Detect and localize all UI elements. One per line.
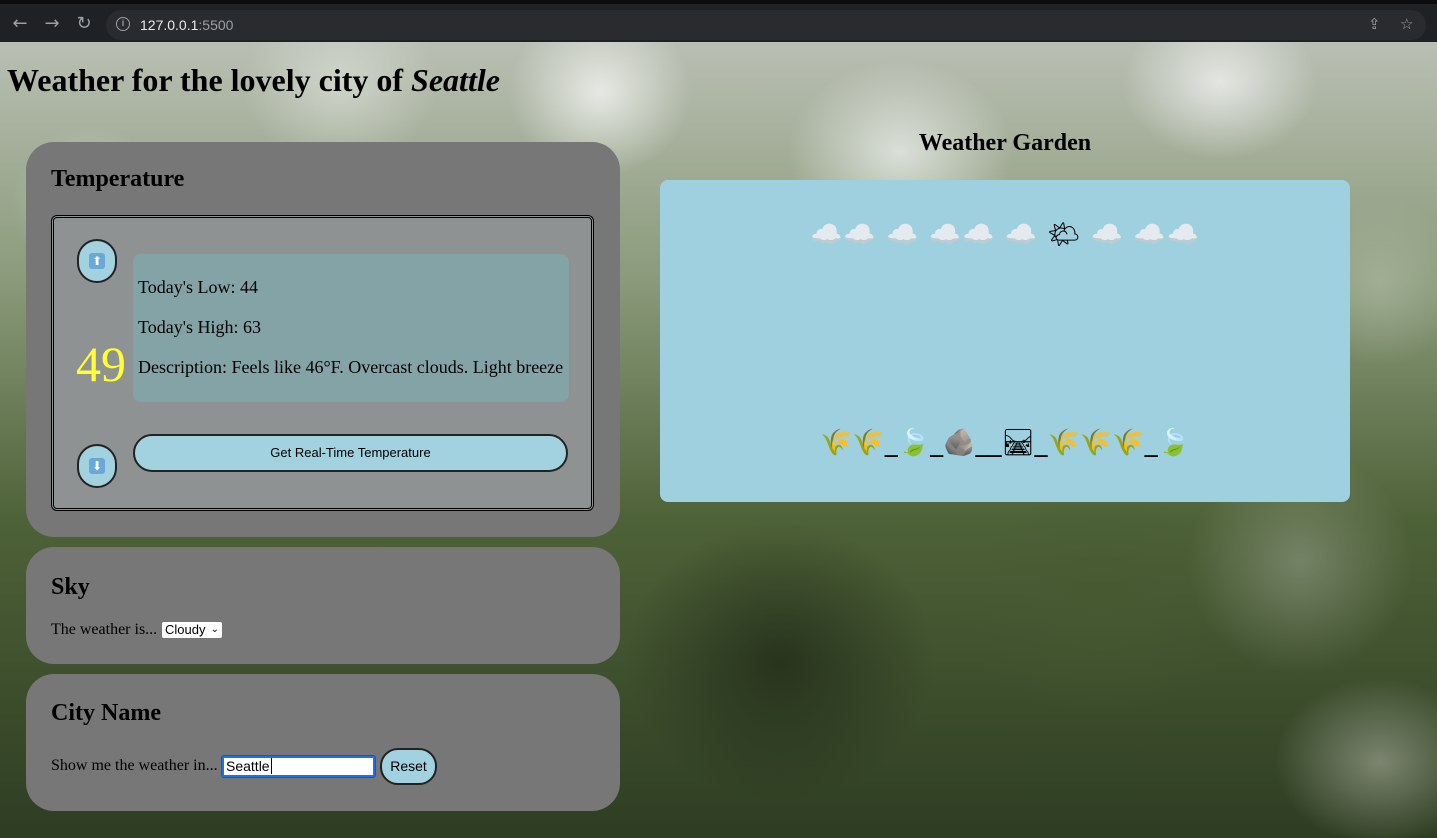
url-port: :5500 [198,17,234,33]
weather-description: Description: Feels like 46°F. Overcast c… [138,357,564,377]
arrow-down-icon: ⬇ [89,458,105,474]
sky-select-value: Cloudy [165,622,206,637]
sky-label: The weather is... [51,621,158,638]
address-bar[interactable]: i 127.0.0.1:5500 ⇪ ☆ [106,10,1426,40]
city-panel: City Name Show me the weather in... Seat… [26,674,620,811]
arrow-up-icon: ⬆ [89,253,105,269]
reload-icon[interactable]: ↻ [72,12,96,36]
share-icon[interactable]: ⇪ [1368,15,1381,33]
chevron-down-icon: ⌄ [210,624,219,635]
todays-high: Today's High: 63 [138,317,261,337]
decrease-temp-button[interactable]: ⬇ [77,444,117,488]
reset-button[interactable]: Reset [380,748,437,785]
page-title-prefix: Weather for the lovely city of [7,62,412,98]
city-input-value: Seattle [226,758,270,774]
bookmark-star-icon[interactable]: ☆ [1400,15,1413,33]
page-body: Weather for the lovely city of Seattle T… [0,42,1437,838]
sky-panel: Sky The weather is... Cloudy ⌄ [26,547,620,664]
increase-temp-button[interactable]: ⬆ [77,239,117,283]
garden-sky-row: ☁️☁️ ☁️ ☁️☁️ ☁️ 🌤 ☁️ ☁️☁️ [810,220,1200,250]
get-realtime-temp-button[interactable]: Get Real-Time Temperature [133,434,568,472]
browser-toolbar: ← → ↻ i 127.0.0.1:5500 ⇪ ☆ [0,0,1437,42]
temperature-box: ⬆ 49 Today's Low: 44 Today's High: 63 De… [51,215,594,511]
page-title-city: Seattle [411,62,500,98]
city-name-input[interactable]: Seattle [221,755,376,778]
temperature-panel: Temperature ⬆ 49 Today's Low: 44 Today's… [26,142,620,537]
current-temperature: 49 [76,336,126,392]
forward-arrow-icon[interactable]: → [40,12,64,36]
text-cursor [270,758,272,774]
temperature-heading: Temperature [51,166,185,192]
url-text: 127.0.0.1:5500 [140,17,233,33]
city-heading: City Name [51,700,161,726]
page-title: Weather for the lovely city of Seattle [7,62,500,99]
sky-select[interactable]: Cloudy ⌄ [161,621,223,639]
url-host: 127.0.0.1 [140,17,199,33]
weather-garden: ☁️☁️ ☁️ ☁️☁️ ☁️ 🌤 ☁️ ☁️☁️ 🌾🌾_🍃_🪨__🛤_🌾🌾🌾_… [660,180,1350,502]
todays-low: Today's Low: 44 [138,277,258,297]
temperature-info-card: Today's Low: 44 Today's High: 63 Descrip… [133,254,569,402]
garden-heading: Weather Garden [918,130,1092,156]
garden-ground-row: 🌾🌾_🍃_🪨__🛤_🌾🌾🌾_🍃 [820,428,1190,458]
city-label: Show me the weather in... [51,757,218,774]
sky-heading: Sky [51,574,90,600]
site-info-icon[interactable]: i [116,17,130,31]
back-arrow-icon[interactable]: ← [8,12,32,36]
